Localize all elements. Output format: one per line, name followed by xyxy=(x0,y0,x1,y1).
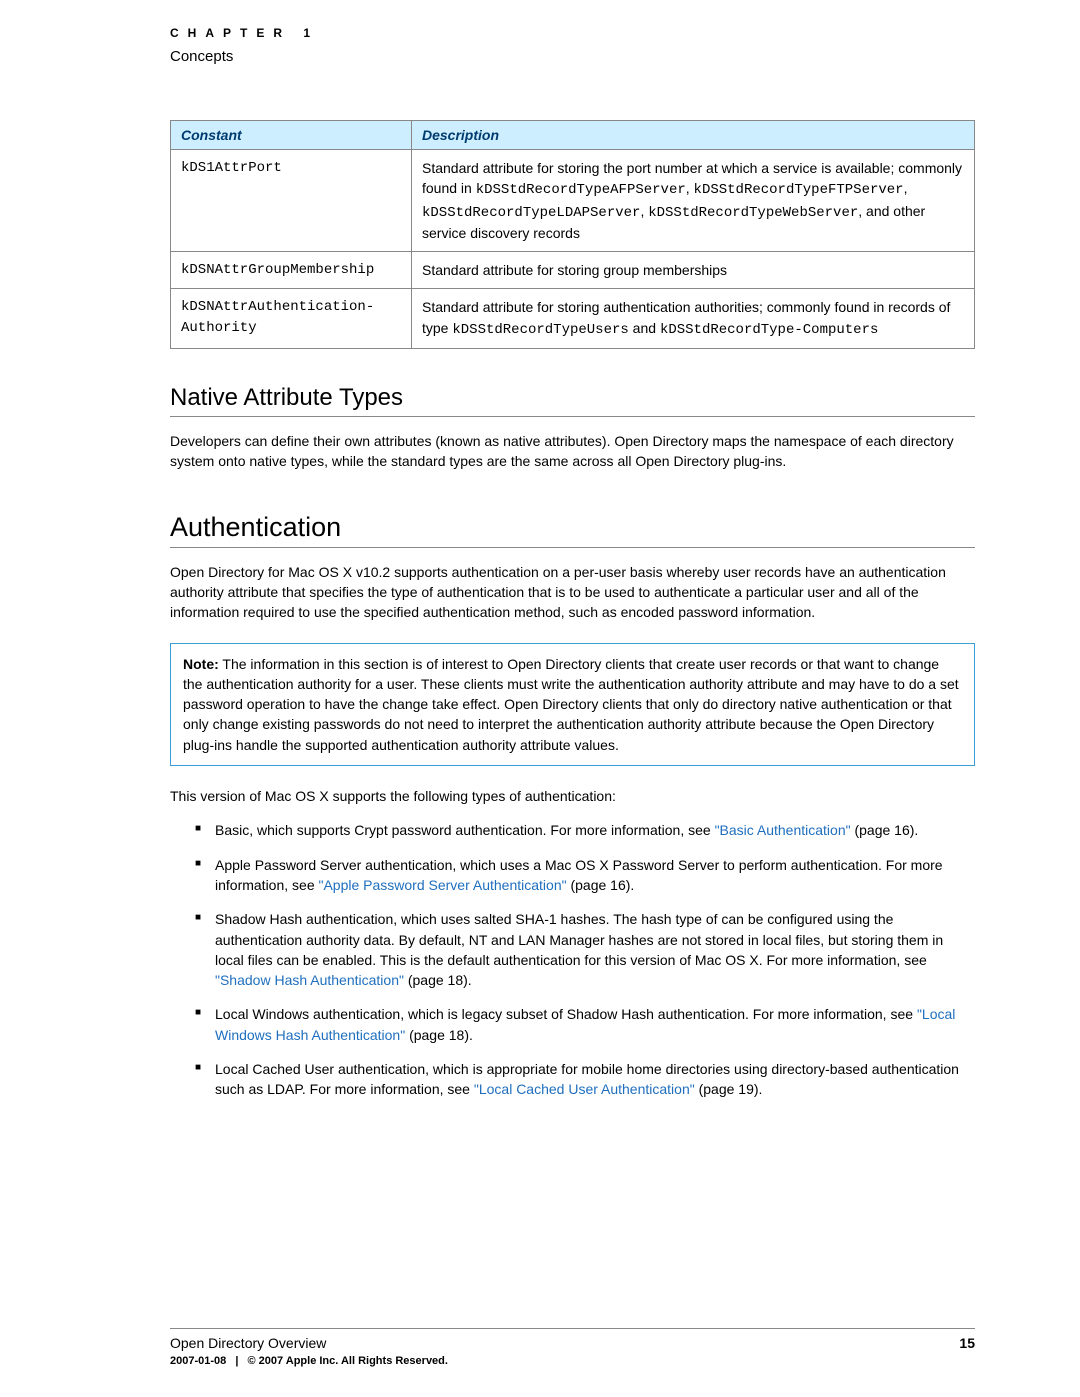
cell-constant: kDS1AttrPort xyxy=(171,150,412,252)
table-row: kDSNAttrAuthentication-Authority Standar… xyxy=(171,289,975,349)
link-local-cached-user-auth[interactable]: "Local Cached User Authentication" xyxy=(474,1081,695,1097)
heading-native-attribute-types: Native Attribute Types xyxy=(170,384,975,417)
paragraph: This version of Mac OS X supports the fo… xyxy=(170,786,975,806)
list-item: Apple Password Server authentication, wh… xyxy=(195,855,975,896)
table-row: kDSNAttrGroupMembership Standard attribu… xyxy=(171,252,975,289)
section-heading-concepts: Concepts xyxy=(170,48,975,65)
heading-authentication: Authentication xyxy=(170,512,975,548)
cell-constant: kDSNAttrAuthentication-Authority xyxy=(171,289,412,349)
list-item: Basic, which supports Crypt password aut… xyxy=(195,820,975,840)
link-basic-auth[interactable]: "Basic Authentication" xyxy=(715,822,851,838)
list-item: Local Cached User authentication, which … xyxy=(195,1059,975,1100)
document-page: CHAPTER 1 Concepts Constant Description … xyxy=(0,0,1080,1397)
paragraph: Developers can define their own attribut… xyxy=(170,431,975,472)
table-header-description: Description xyxy=(412,121,975,150)
link-shadow-hash-auth[interactable]: "Shadow Hash Authentication" xyxy=(215,972,404,988)
cell-description: Standard attribute for storing the port … xyxy=(412,150,975,252)
footer-copyright: © 2007 Apple Inc. All Rights Reserved. xyxy=(247,1355,447,1367)
footer-separator: | xyxy=(235,1355,238,1367)
cell-description: Standard attribute for storing group mem… xyxy=(412,252,975,289)
footer-title: Open Directory Overview xyxy=(170,1335,326,1351)
cell-constant: kDSNAttrGroupMembership xyxy=(171,252,412,289)
attribute-table: Constant Description kDS1AttrPort Standa… xyxy=(170,120,975,349)
list-item: Local Windows authentication, which is l… xyxy=(195,1004,975,1045)
chapter-label: CHAPTER 1 xyxy=(170,26,975,40)
link-apple-password-server-auth[interactable]: "Apple Password Server Authentication" xyxy=(319,877,567,893)
list-item: Shadow Hash authentication, which uses s… xyxy=(195,909,975,990)
note-label: Note: xyxy=(183,656,219,672)
paragraph: Open Directory for Mac OS X v10.2 suppor… xyxy=(170,562,975,623)
page-footer: Open Directory Overview 15 2007-01-08 | … xyxy=(170,1328,975,1367)
auth-types-list: Basic, which supports Crypt password aut… xyxy=(170,820,975,1099)
note-body: The information in this section is of in… xyxy=(183,656,959,753)
note-box: Note: The information in this section is… xyxy=(170,643,975,766)
footer-date: 2007-01-08 xyxy=(170,1355,226,1367)
table-row: kDS1AttrPort Standard attribute for stor… xyxy=(171,150,975,252)
page-number: 15 xyxy=(959,1335,975,1351)
cell-description: Standard attribute for storing authentic… xyxy=(412,289,975,349)
table-header-constant: Constant xyxy=(171,121,412,150)
